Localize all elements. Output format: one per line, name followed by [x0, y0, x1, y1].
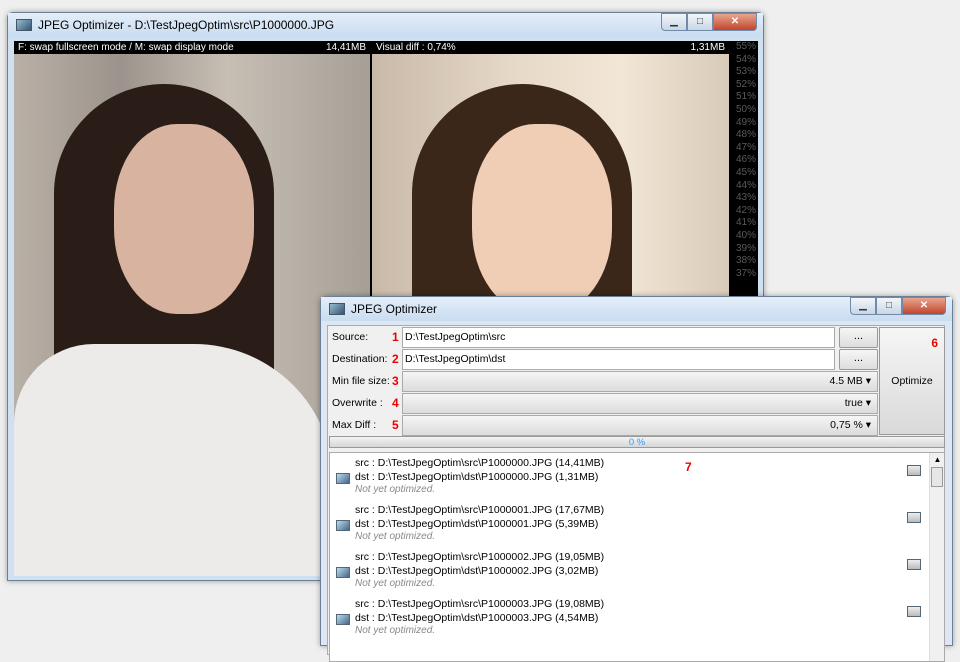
list-item[interactable]: src : D:\TestJpegOptim\src\P1000000.JPG …: [330, 453, 930, 500]
original-size: 14,41MB: [325, 42, 366, 53]
file-list[interactable]: 7 ▲ src : D:\TestJpegOptim\src\P1000000.…: [329, 452, 945, 662]
src-path: src : D:\TestJpegOptim\src\P1000001.JPG …: [355, 504, 605, 516]
status-text: Not yet optimized.: [355, 578, 436, 589]
min-file-size-select[interactable]: 4.5 MB ▾: [402, 371, 878, 392]
scale-label: 53%: [735, 66, 756, 78]
dst-path: dst : D:\TestJpegOptim\dst\P1000003.JPG …: [355, 612, 599, 624]
destination-input[interactable]: D:\TestJpegOptim\dst: [402, 349, 835, 370]
max-diff-value: 0,75 %: [830, 419, 863, 431]
src-path: src : D:\TestJpegOptim\src\P1000003.JPG …: [355, 598, 605, 610]
visual-diff: Visual diff : 0,74%: [376, 42, 456, 53]
list-item[interactable]: src : D:\TestJpegOptim\src\P1000001.JPG …: [330, 500, 930, 547]
maximize-button[interactable]: □: [687, 13, 713, 31]
scale-label: 47%: [735, 141, 756, 153]
scale-label: 45%: [735, 166, 756, 178]
marker-1: 1: [392, 330, 399, 344]
settings-form: Source: 1 D:\TestJpegOptim\src ... Desti…: [327, 325, 945, 662]
optimized-size: 1,31MB: [690, 42, 725, 53]
marker-3: 3: [392, 374, 399, 388]
scale-label: 38%: [735, 255, 756, 267]
scale-label: 54%: [735, 53, 756, 65]
overwrite-select[interactable]: true ▾: [402, 393, 878, 414]
viewer-title: JPEG Optimizer - D:\TestJpegOptim\src\P1…: [38, 18, 335, 32]
minimize-button[interactable]: ▁: [661, 13, 687, 31]
compare-icon[interactable]: [907, 512, 921, 523]
status-text: Not yet optimized.: [355, 625, 436, 636]
compare-icon[interactable]: [907, 606, 921, 617]
app-icon: [16, 19, 32, 31]
viewer-title-bar[interactable]: JPEG Optimizer - D:\TestJpegOptim\src\P1…: [8, 13, 763, 37]
left-info-bar: F: swap fullscreen mode / M: swap displa…: [14, 41, 370, 54]
destination-browse-button[interactable]: ...: [839, 349, 878, 370]
status-text: Not yet optimized.: [355, 531, 436, 542]
list-item[interactable]: src : D:\TestJpegOptim\src\P1000003.JPG …: [330, 594, 930, 641]
scale-label: 46%: [735, 154, 756, 166]
marker-6: 6: [931, 336, 938, 350]
optimizer-window: JPEG Optimizer ▁ □ ✕ Source: 1 D:\TestJpeg…: [320, 296, 953, 662]
help-text: F: swap fullscreen mode / M: swap displa…: [18, 42, 234, 53]
close-button[interactable]: ✕: [902, 297, 946, 315]
src-path: src : D:\TestJpegOptim\src\P1000002.JPG …: [355, 551, 605, 563]
maximize-button[interactable]: □: [876, 297, 902, 315]
original-photo: [14, 54, 370, 576]
scale-label: 41%: [735, 217, 756, 229]
scale-label: 37%: [735, 267, 756, 279]
close-button[interactable]: ✕: [713, 13, 757, 31]
scale-label: 39%: [735, 242, 756, 254]
src-path: src : D:\TestJpegOptim\src\P1000000.JPG …: [355, 457, 605, 469]
scroll-thumb[interactable]: [931, 467, 943, 487]
scale-label: 40%: [735, 229, 756, 241]
minimize-button[interactable]: ▁: [850, 297, 876, 315]
marker-2: 2: [392, 352, 399, 366]
status-text: Not yet optimized.: [355, 484, 436, 495]
list-item[interactable]: src : D:\TestJpegOptim\src\P1000002.JPG …: [330, 547, 930, 594]
progress-bar: 0 %: [329, 436, 945, 448]
dst-path: dst : D:\TestJpegOptim\dst\P1000001.JPG …: [355, 518, 599, 530]
scale-label: 55%: [735, 41, 756, 52]
scale-label: 42%: [735, 204, 756, 216]
source-browse-button[interactable]: ...: [839, 327, 878, 348]
dst-path: dst : D:\TestJpegOptim\dst\P1000002.JPG …: [355, 565, 599, 577]
scale-label: 50%: [735, 103, 756, 115]
marker-5: 5: [392, 418, 399, 432]
right-info-bar: Visual diff : 0,74% 1,31MB: [372, 41, 729, 54]
chevron-down-icon: ▾: [865, 375, 871, 387]
scrollbar[interactable]: ▲: [929, 453, 944, 661]
scale-label: 52%: [735, 78, 756, 90]
scale-label: 43%: [735, 192, 756, 204]
source-input[interactable]: D:\TestJpegOptim\src: [402, 327, 835, 348]
app-icon: [329, 303, 345, 315]
compare-icon[interactable]: [907, 559, 921, 570]
overwrite-value: true: [844, 397, 863, 409]
scale-label: 49%: [735, 116, 756, 128]
optimize-label: Optimize: [891, 375, 933, 387]
image-icon: [336, 567, 350, 578]
scale-label: 44%: [735, 179, 756, 191]
scale-label: 48%: [735, 129, 756, 141]
max-diff-select[interactable]: 0,75 % ▾: [402, 415, 878, 436]
optimize-button[interactable]: 6 Optimize: [879, 327, 945, 435]
scale-label: 51%: [735, 91, 756, 103]
image-icon: [336, 473, 350, 484]
compare-icon[interactable]: [907, 465, 921, 476]
optimizer-title-bar[interactable]: JPEG Optimizer ▁ □ ✕: [321, 297, 952, 321]
image-icon: [336, 614, 350, 625]
dst-path: dst : D:\TestJpegOptim\dst\P1000000.JPG …: [355, 471, 599, 483]
chevron-down-icon: ▾: [865, 419, 871, 431]
chevron-down-icon: ▾: [865, 397, 871, 409]
image-icon: [336, 520, 350, 531]
marker-4: 4: [392, 396, 399, 410]
min-file-size-value: 4.5 MB: [829, 375, 863, 387]
scroll-up-icon[interactable]: ▲: [930, 453, 945, 467]
optimizer-title: JPEG Optimizer: [351, 302, 438, 316]
